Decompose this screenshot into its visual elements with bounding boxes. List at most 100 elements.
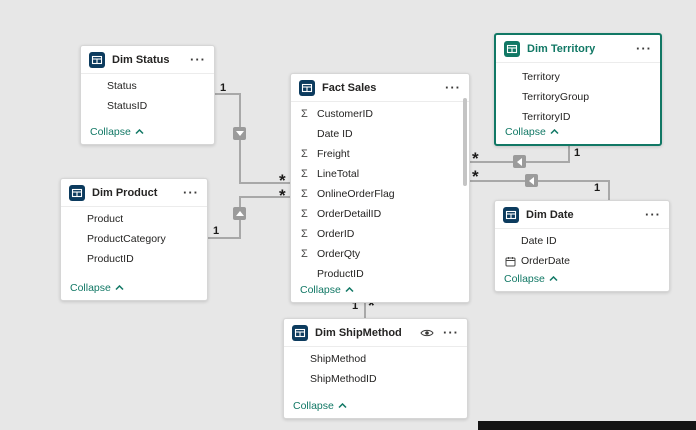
field-row[interactable]: Σ OnlineOrderFlag <box>291 184 469 204</box>
collapse-label: Collapse <box>70 282 111 294</box>
field-row[interactable]: Status <box>81 76 214 96</box>
field-list: ShipMethod ShipMethodID <box>284 347 467 389</box>
chevron-up-icon <box>135 129 144 135</box>
field-row[interactable]: ProductCategory <box>61 229 207 249</box>
chevron-up-icon <box>550 129 559 135</box>
table-icon <box>89 51 105 68</box>
cardinality-one-label: 1 <box>594 182 601 194</box>
filter-direction-arrow-down-icon[interactable] <box>233 127 246 140</box>
table-icon <box>292 324 308 341</box>
filter-direction-arrow-up-icon[interactable] <box>233 207 246 220</box>
cardinality-one-label: 1 <box>574 147 581 159</box>
relationship-line[interactable] <box>364 303 366 318</box>
more-options-button[interactable]: ··· <box>183 186 199 199</box>
more-options-button[interactable]: ··· <box>443 326 459 339</box>
more-options-button[interactable]: ··· <box>445 81 461 94</box>
field-row[interactable]: Σ LineTotal <box>291 164 469 184</box>
field-row[interactable]: Σ OrderID <box>291 224 469 244</box>
field-row[interactable]: Date ID <box>495 231 669 251</box>
collapse-label: Collapse <box>293 400 334 412</box>
field-row[interactable]: Date ID <box>291 124 469 144</box>
collapse-link[interactable]: Collapse <box>505 126 559 138</box>
relationship-line[interactable] <box>608 180 610 200</box>
relationship-line[interactable] <box>208 237 241 239</box>
table-card-header[interactable]: Dim ShipMethod ··· <box>284 319 467 347</box>
table-icon <box>504 40 520 57</box>
sigma-icon: Σ <box>301 188 308 200</box>
collapse-link[interactable]: Collapse <box>70 282 124 294</box>
collapse-link[interactable]: Collapse <box>504 273 558 285</box>
fields-scrollbar[interactable] <box>463 98 467 186</box>
table-card-header[interactable]: Dim Date ··· <box>495 201 669 229</box>
field-row[interactable]: ShipMethod <box>284 349 467 369</box>
cardinality-one-label: 1 <box>220 82 227 94</box>
table-icon <box>503 206 519 223</box>
sigma-icon: Σ <box>301 248 308 260</box>
more-options-button[interactable]: ··· <box>190 53 206 66</box>
filter-direction-arrow-left-icon[interactable] <box>525 174 538 187</box>
arrow-left-glyph <box>529 176 534 185</box>
field-row[interactable]: ProductID <box>61 249 207 269</box>
table-card-dim-product[interactable]: Dim Product ··· Product ProductCategory … <box>60 178 208 301</box>
table-card-header[interactable]: Dim Product ··· <box>61 179 207 207</box>
field-row[interactable]: TerritoryGroup <box>496 87 660 107</box>
sigma-icon: Σ <box>301 148 308 160</box>
filter-direction-arrow-left-icon[interactable] <box>513 155 526 168</box>
table-card-header[interactable]: Dim Status ··· <box>81 46 214 74</box>
arrow-up-glyph <box>235 211 244 216</box>
relationship-line[interactable] <box>215 93 241 95</box>
eye-icon[interactable] <box>420 328 434 338</box>
bottom-right-black-strip <box>478 421 696 430</box>
collapse-link[interactable]: Collapse <box>300 284 354 296</box>
table-card-fact-sales[interactable]: Fact Sales ··· Σ CustomerID Date ID Σ Frei… <box>290 73 470 303</box>
field-row[interactable]: Σ OrderQty <box>291 244 469 264</box>
cardinality-many-label: * <box>279 186 286 205</box>
collapse-label: Collapse <box>90 126 131 138</box>
sigma-icon: Σ <box>301 168 308 180</box>
table-card-dim-date[interactable]: Dim Date ··· Date ID OrderDate Collapse <box>494 200 670 292</box>
field-list: Status StatusID <box>81 74 214 116</box>
table-card-header[interactable]: Dim Territory ··· <box>496 35 660 63</box>
collapse-link[interactable]: Collapse <box>293 400 347 412</box>
sigma-icon: Σ <box>301 108 308 120</box>
more-options-button[interactable]: ··· <box>636 42 652 55</box>
table-card-header[interactable]: Fact Sales ··· <box>291 74 469 102</box>
cardinality-many-label: * <box>472 167 479 186</box>
collapse-label: Collapse <box>504 273 545 285</box>
table-title: Fact Sales <box>322 81 377 94</box>
more-options-button[interactable]: ··· <box>645 208 661 221</box>
sigma-icon: Σ <box>301 208 308 220</box>
field-row[interactable]: Σ OrderDetailID <box>291 204 469 224</box>
chevron-up-icon <box>115 285 124 291</box>
field-list: Date ID OrderDate <box>495 229 669 271</box>
table-title: Dim Territory <box>527 42 596 55</box>
table-icon <box>69 184 85 201</box>
field-row[interactable]: Product <box>61 209 207 229</box>
sigma-icon: Σ <box>301 228 308 240</box>
field-list: Product ProductCategory ProductID <box>61 207 207 269</box>
field-row[interactable]: ShipMethodID <box>284 369 467 389</box>
cardinality-one-label: 1 <box>213 225 220 237</box>
arrow-down-glyph <box>235 131 244 136</box>
table-card-dim-status[interactable]: Dim Status ··· Status StatusID Collapse <box>80 45 215 145</box>
collapse-link[interactable]: Collapse <box>90 126 144 138</box>
field-row[interactable]: Σ Freight <box>291 144 469 164</box>
field-row[interactable]: Territory <box>496 67 660 87</box>
table-title: Dim Product <box>92 186 158 199</box>
field-row[interactable]: Σ CustomerID <box>291 104 469 124</box>
chevron-up-icon <box>549 276 558 282</box>
table-card-dim-territory[interactable]: Dim Territory ··· Territory TerritoryGro… <box>494 33 662 146</box>
table-card-dim-shipmethod[interactable]: Dim ShipMethod ··· ShipMethod ShipMethod… <box>283 318 468 419</box>
field-row[interactable]: TerritoryID <box>496 107 660 127</box>
field-list: Σ CustomerID Date ID Σ Freight Σ LineTotal … <box>291 102 469 284</box>
model-canvas[interactable]: 1 * 1 * * 1 * 1 1 * Dim Status ··· Statu <box>0 0 696 430</box>
relationship-line[interactable] <box>470 180 610 182</box>
field-row[interactable]: ProductID <box>291 264 469 284</box>
relationship-line[interactable] <box>568 146 570 163</box>
table-icon <box>299 79 315 96</box>
collapse-label: Collapse <box>505 126 546 138</box>
calendar-icon <box>505 256 521 267</box>
chevron-up-icon <box>345 287 354 293</box>
field-row[interactable]: OrderDate <box>495 251 669 271</box>
field-row[interactable]: StatusID <box>81 96 214 116</box>
